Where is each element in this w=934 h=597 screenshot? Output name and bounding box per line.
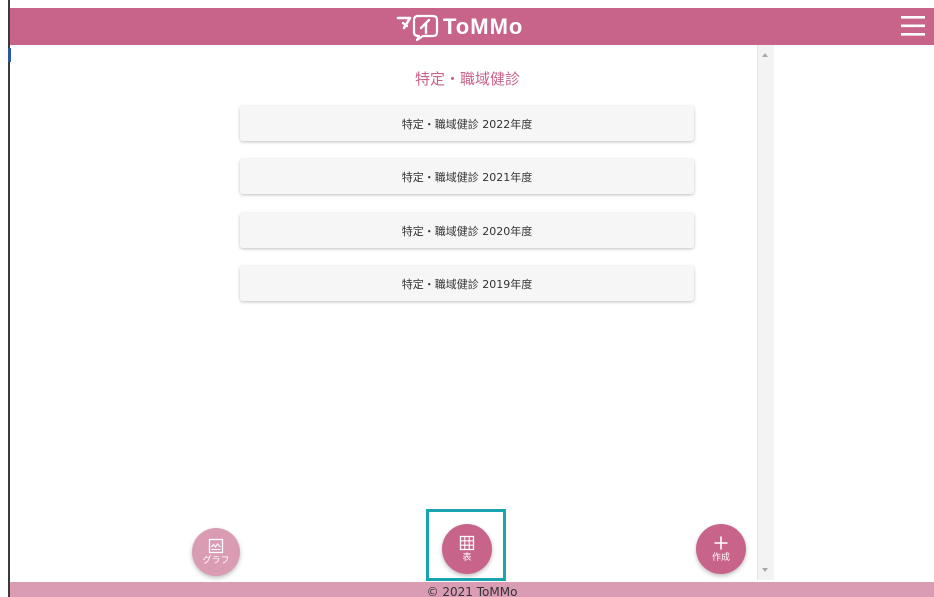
checkup-year-label: 特定・職域健診 2020年度	[401, 224, 533, 238]
right-side-panel	[774, 45, 934, 580]
logo-mark-icon	[396, 14, 439, 42]
checkup-year-label: 特定・職域健診 2021年度	[401, 170, 533, 184]
plus-icon	[714, 536, 728, 550]
app-header: ToMMo	[10, 8, 934, 45]
scroll-up-arrow-icon[interactable]	[762, 53, 768, 57]
checkup-year-item[interactable]: 特定・職域健診 2021年度	[240, 159, 694, 194]
page-title: 特定・職域健診	[414, 70, 520, 88]
checkup-year-item[interactable]: 特定・職域健診 2022年度	[240, 106, 694, 141]
checkup-year-item[interactable]: 特定・職域健診 2019年度	[240, 266, 694, 301]
graph-button[interactable]: グラフ	[192, 528, 240, 576]
hamburger-menu-button[interactable]	[900, 13, 926, 39]
table-button[interactable]: 表	[442, 524, 492, 574]
app-footer: © 2021 ToMMo	[10, 582, 934, 597]
app-logo: ToMMo	[395, 10, 523, 44]
window-left-marker	[8, 48, 11, 62]
table-grid-icon	[459, 535, 475, 551]
create-button[interactable]: 作成	[696, 524, 746, 574]
table-button-label: 表	[462, 553, 472, 563]
checkup-year-label: 特定・職域健診 2022年度	[401, 117, 533, 131]
logo-text: ToMMo	[443, 14, 524, 39]
create-button-label: 作成	[711, 553, 730, 563]
vertical-scrollbar[interactable]	[757, 45, 774, 580]
checkup-year-item[interactable]: 特定・職域健診 2020年度	[240, 213, 694, 248]
scroll-down-arrow-icon[interactable]	[762, 568, 768, 572]
hamburger-menu-icon	[901, 16, 925, 36]
window-left-border	[8, 0, 10, 597]
graph-button-label: グラフ	[202, 556, 230, 566]
chart-icon	[208, 538, 224, 554]
footer-copyright: © 2021 ToMMo	[426, 585, 518, 597]
checkup-year-label: 特定・職域健診 2019年度	[401, 277, 533, 291]
